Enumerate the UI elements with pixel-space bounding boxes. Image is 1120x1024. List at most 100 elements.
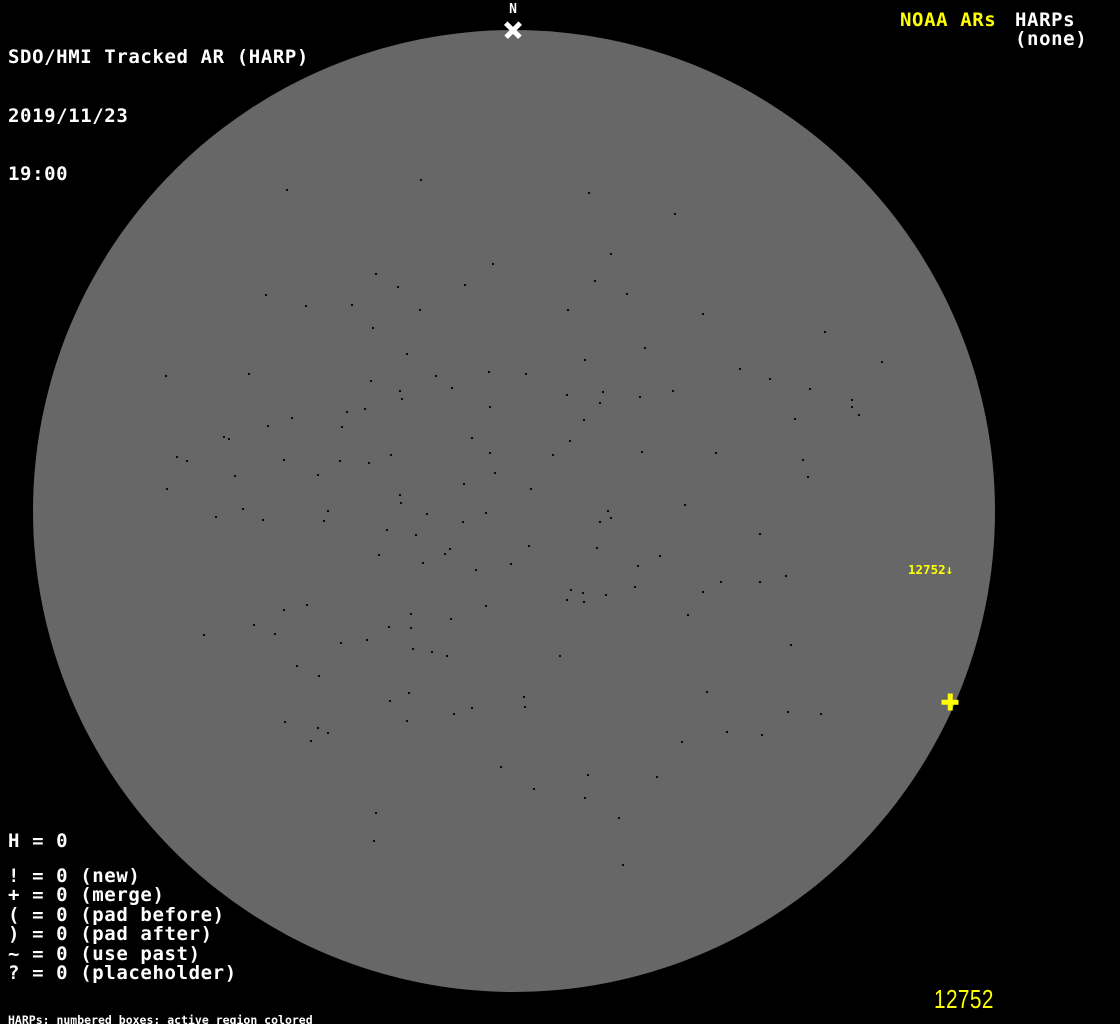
speckle	[715, 452, 717, 454]
speckle	[265, 294, 267, 296]
speckle	[706, 691, 708, 693]
speckle	[366, 639, 368, 641]
speckle	[599, 402, 601, 404]
speckle	[341, 426, 343, 428]
speckle	[203, 634, 205, 636]
speckle	[610, 253, 612, 255]
speckle	[681, 741, 683, 743]
speckle	[386, 529, 388, 531]
speckle	[388, 626, 390, 628]
speckle	[389, 700, 391, 702]
speckle	[318, 675, 320, 677]
speckle	[165, 375, 167, 377]
speckle	[659, 555, 661, 557]
speckle	[463, 483, 465, 485]
speckle	[851, 399, 853, 401]
speckle	[858, 414, 860, 416]
speckle	[485, 512, 487, 514]
speckle	[262, 519, 264, 521]
speckle	[390, 454, 392, 456]
speckle	[283, 609, 285, 611]
speckle	[283, 459, 285, 461]
speckle	[449, 548, 451, 550]
speckle	[399, 494, 401, 496]
speckle	[588, 192, 590, 194]
speckle	[223, 436, 225, 438]
speckle	[569, 440, 571, 442]
speckle	[641, 451, 643, 453]
speckle	[584, 359, 586, 361]
speckle	[176, 456, 178, 458]
speckle	[317, 727, 319, 729]
speckle	[166, 488, 168, 490]
speckle	[372, 327, 374, 329]
speckle	[807, 476, 809, 478]
speckle	[787, 711, 789, 713]
title-block: SDO/HMI Tracked AR (HARP) 2019/11/23 19:…	[8, 9, 309, 224]
speckle	[327, 510, 329, 512]
speckle	[566, 599, 568, 601]
speckle	[488, 371, 490, 373]
speckle	[674, 213, 676, 215]
speckle	[824, 331, 826, 333]
speckle	[346, 411, 348, 413]
noaa-ars-heading: NOAA ARs	[900, 9, 997, 31]
speckle	[431, 651, 433, 653]
speckle	[340, 642, 342, 644]
speckle	[618, 817, 620, 819]
speckle	[656, 776, 658, 778]
speckle	[450, 618, 452, 620]
speckle	[422, 562, 424, 564]
speckle	[471, 707, 473, 709]
speckle	[485, 605, 487, 607]
page-title: SDO/HMI Tracked AR (HARP)	[8, 46, 309, 68]
speckle	[435, 375, 437, 377]
noaa-ar-list: 12752	[934, 984, 994, 1014]
speckle	[415, 534, 417, 536]
harp-count: H = 0	[8, 830, 69, 852]
speckle	[317, 474, 319, 476]
speckle	[605, 594, 607, 596]
speckle	[410, 613, 412, 615]
observation-date: 2019/11/23	[8, 104, 129, 127]
speckle	[684, 504, 686, 506]
speckle	[444, 553, 446, 555]
observation-time: 19:00	[8, 163, 69, 185]
speckle	[323, 520, 325, 522]
speckle	[410, 627, 412, 629]
speckle	[364, 408, 366, 410]
speckle	[802, 459, 804, 461]
speckle	[426, 513, 428, 515]
speckle	[471, 437, 473, 439]
speckle	[570, 589, 572, 591]
speckle	[267, 425, 269, 427]
speckle	[462, 521, 464, 523]
footer-notes: HARPs: numbered boxes; active region col…	[8, 989, 410, 1024]
speckle	[644, 347, 646, 349]
speckle	[634, 586, 636, 588]
speckle	[453, 713, 455, 715]
speckle	[594, 280, 596, 282]
speckle	[375, 812, 377, 814]
speckle	[559, 655, 561, 657]
north-pole-label: N	[509, 2, 517, 17]
speckle	[525, 373, 527, 375]
speckle	[310, 740, 312, 742]
speckle	[687, 614, 689, 616]
speckle	[378, 554, 380, 556]
speckle	[375, 273, 377, 275]
speckle	[607, 510, 609, 512]
speckle	[761, 734, 763, 736]
harp-tracking-view: SDO/HMI Tracked AR (HARP) 2019/11/23 19:…	[0, 0, 1120, 1024]
speckle	[790, 644, 792, 646]
legend-item: ) = 0 (pad after)	[8, 923, 213, 946]
speckle	[583, 601, 585, 603]
speckle	[305, 305, 307, 307]
speckle	[296, 665, 298, 667]
speckle	[599, 521, 601, 523]
speckle	[523, 696, 525, 698]
speckle	[622, 864, 624, 866]
speckle	[639, 396, 641, 398]
speckle	[420, 179, 422, 181]
speckle	[637, 565, 639, 567]
